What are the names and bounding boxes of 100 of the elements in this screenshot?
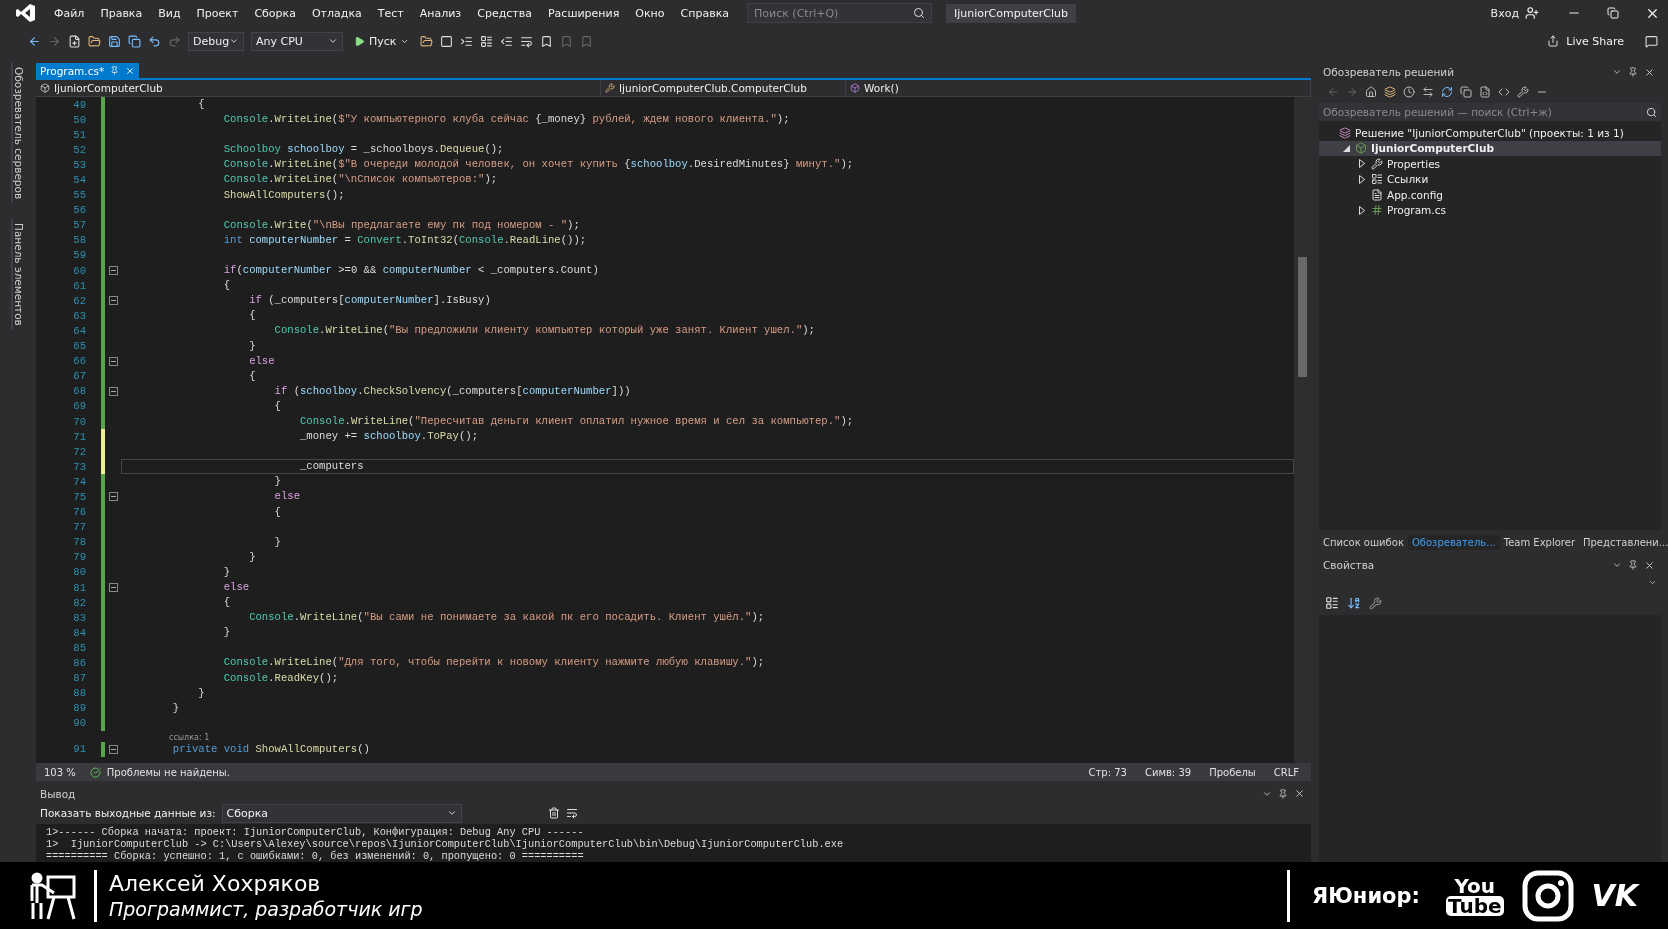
panel-tab[interactable]: Обозреватель... xyxy=(1407,534,1500,550)
categorized-icon[interactable] xyxy=(1325,596,1339,610)
expand-arrow-icon[interactable] xyxy=(1359,159,1365,169)
share-icon[interactable] xyxy=(1547,35,1560,47)
bookmark-icon[interactable] xyxy=(540,34,554,48)
collapse-icon[interactable] xyxy=(108,266,118,276)
switch-view-icon[interactable] xyxy=(1384,86,1396,98)
menu-item[interactable]: Анализ xyxy=(411,3,470,23)
tree-item[interactable]: App.config xyxy=(1319,187,1661,203)
expand-arrow-icon[interactable] xyxy=(1359,205,1365,215)
search-field[interactable]: Поиск (Ctrl+Q) xyxy=(747,3,932,23)
sort-icon[interactable] xyxy=(1347,596,1361,610)
back-icon[interactable] xyxy=(28,34,41,48)
save-icon[interactable] xyxy=(108,34,121,48)
list-icon[interactable] xyxy=(480,34,494,48)
tree-item[interactable]: Решение "IjuniorComputerClub" (проекты: 1 из 1) xyxy=(1319,125,1661,141)
refresh-icon[interactable] xyxy=(1441,86,1453,98)
menu-item[interactable]: Вид xyxy=(150,3,189,23)
collapse-icon[interactable] xyxy=(108,386,118,396)
folder-icon[interactable] xyxy=(88,34,101,48)
menu-item[interactable]: Правка xyxy=(92,3,151,23)
caret-icon[interactable] xyxy=(328,36,338,46)
panel-tab[interactable]: Team Explorer xyxy=(1499,534,1579,550)
side-tab[interactable]: Обозреватель серверов xyxy=(11,63,25,204)
properties-icon[interactable] xyxy=(1517,86,1529,98)
collapse-icon[interactable] xyxy=(108,583,118,593)
app-logo-icon[interactable] xyxy=(16,3,36,23)
tree-item[interactable]: Properties xyxy=(1319,156,1661,172)
wrap-icon[interactable] xyxy=(565,807,578,820)
output-source-dropdown[interactable]: Сборка xyxy=(221,803,462,823)
search-icon[interactable] xyxy=(913,7,925,19)
search-field[interactable]: Обозреватель решений — поиск (Ctrl+ж) xyxy=(1319,103,1661,121)
pin-icon[interactable] xyxy=(110,66,120,75)
indent-icon[interactable] xyxy=(460,34,474,48)
dropdown-icon[interactable] xyxy=(1612,560,1622,570)
close-icon[interactable] xyxy=(1644,559,1655,571)
clear-icon[interactable] xyxy=(547,807,560,820)
zoom-dropdown[interactable]: 103 % xyxy=(40,766,80,778)
panel-tab[interactable]: Представлени... xyxy=(1579,534,1668,550)
menu-item[interactable]: Сборка xyxy=(246,3,304,23)
play-icon[interactable] xyxy=(354,35,365,47)
tree-item[interactable]: Program.cs xyxy=(1319,202,1661,218)
property-pages-icon[interactable] xyxy=(1369,596,1382,610)
sync-icon[interactable] xyxy=(1422,86,1434,98)
expanded-arrow-icon[interactable] xyxy=(1342,144,1350,152)
collapse-icon[interactable] xyxy=(108,296,118,306)
platform-dropdown[interactable]: Any CPU xyxy=(251,31,343,51)
menu-item[interactable]: Проект xyxy=(188,3,247,23)
user-icon[interactable] xyxy=(1525,6,1539,20)
menu-item[interactable]: Средства xyxy=(469,3,540,23)
tree-item[interactable]: IjuniorComputerClub xyxy=(1319,140,1661,156)
menu-item[interactable]: Окно xyxy=(627,3,673,23)
menu-item[interactable]: Справка xyxy=(672,3,737,23)
side-tab[interactable]: Панель элементов xyxy=(11,219,25,330)
reference-count-link[interactable]: ссылка: 1 xyxy=(169,732,210,742)
new-file-icon[interactable] xyxy=(68,34,81,48)
project-dropdown[interactable]: IjuniorComputerClub xyxy=(36,80,601,96)
browse-icon[interactable] xyxy=(420,34,434,48)
search-icon[interactable] xyxy=(1646,106,1657,118)
member-dropdown[interactable]: Work() xyxy=(846,80,1311,96)
configuration-dropdown[interactable]: Debug xyxy=(188,31,244,51)
outdent-icon[interactable] xyxy=(500,34,514,48)
pin-icon[interactable] xyxy=(1278,788,1288,799)
class-dropdown[interactable]: IjuniorComputerClub.ComputerClub xyxy=(601,80,846,96)
show-files-icon[interactable] xyxy=(1479,86,1491,98)
file-tab[interactable]: Program.cs* xyxy=(36,63,140,78)
close-icon[interactable] xyxy=(1294,788,1305,800)
live-share-button[interactable]: Live Share xyxy=(1566,34,1624,48)
clock-icon[interactable] xyxy=(1403,86,1415,98)
start-button[interactable]: Пуск xyxy=(350,34,414,48)
menu-item[interactable]: Расширения xyxy=(539,3,628,23)
home-icon[interactable] xyxy=(1365,86,1377,98)
tree-item[interactable]: Ссылки xyxy=(1319,171,1661,187)
menu-item[interactable]: Отладка xyxy=(303,3,370,23)
line-ending-status[interactable]: CRLF xyxy=(1269,766,1303,778)
collapse-all-icon[interactable] xyxy=(1460,86,1472,98)
window-icon[interactable] xyxy=(440,34,454,48)
restore-icon[interactable] xyxy=(1607,7,1619,19)
forward-icon[interactable] xyxy=(48,34,61,48)
scrollbar[interactable] xyxy=(1294,97,1311,763)
expand-arrow-icon[interactable] xyxy=(1359,174,1365,184)
close-icon[interactable] xyxy=(1644,66,1655,78)
sign-in-link[interactable]: Вход xyxy=(1490,6,1519,20)
feedback-icon[interactable] xyxy=(1645,34,1658,48)
menu-item[interactable]: Тест xyxy=(369,3,412,23)
panel-tab[interactable]: Список ошибок xyxy=(1319,534,1408,550)
pin-icon[interactable] xyxy=(1628,560,1638,570)
caret-icon[interactable] xyxy=(1648,578,1657,587)
code-icon[interactable] xyxy=(1498,86,1510,98)
menu-item[interactable]: Файл xyxy=(46,3,93,23)
caret-icon[interactable] xyxy=(229,36,239,46)
indent-status[interactable]: Пробелы xyxy=(1205,766,1260,778)
collapse-icon[interactable] xyxy=(108,356,118,366)
dropdown-icon[interactable] xyxy=(1612,67,1622,77)
pin-icon[interactable] xyxy=(1628,67,1638,77)
collapse-icon[interactable] xyxy=(108,744,118,754)
collapse-icon[interactable] xyxy=(108,492,118,502)
undo-icon[interactable] xyxy=(148,34,161,48)
save-all-icon[interactable] xyxy=(128,34,141,48)
wrap-icon[interactable] xyxy=(520,34,534,48)
